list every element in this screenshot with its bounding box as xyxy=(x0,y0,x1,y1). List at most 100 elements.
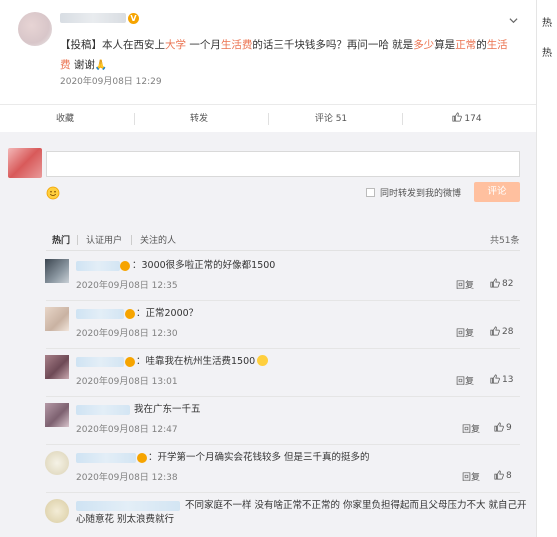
emoji-badge-icon xyxy=(125,357,135,367)
comment-like-count: 8 xyxy=(506,471,512,481)
comment-text-continued: 心随意花 别太浪费就行 xyxy=(76,514,175,525)
comment-text-body: ：哇靠我在杭州生活费1500 xyxy=(136,356,256,367)
commenter-name-blurred[interactable] xyxy=(76,405,130,415)
keyword-highlight[interactable]: 正常 xyxy=(455,39,476,51)
emoji-badge-icon xyxy=(125,309,135,319)
tab-hot[interactable]: 热门 xyxy=(52,233,70,246)
commenter-avatar[interactable] xyxy=(45,403,69,427)
chevron-down-icon[interactable] xyxy=(509,16,518,25)
comment-like-button[interactable]: 28 xyxy=(490,326,513,337)
comment-time: 2020年09月08日 12:47 xyxy=(76,425,178,435)
comment-like-button[interactable]: 9 xyxy=(494,422,512,433)
commenter-avatar[interactable] xyxy=(45,307,69,331)
thumbs-up-icon xyxy=(452,112,463,122)
comment-item: ：开学第一个月确实会花钱较多 但是三千真的挺多的 2020年09月08日 12:… xyxy=(0,445,536,493)
divider xyxy=(268,113,269,125)
commenter-name-blurred[interactable] xyxy=(76,309,124,319)
repost-button[interactable]: 转发 xyxy=(154,105,244,133)
emoji-icon[interactable] xyxy=(46,186,60,200)
thumbs-up-icon xyxy=(490,374,500,384)
tab-following[interactable]: 关注的人 xyxy=(140,233,176,246)
reply-button[interactable]: 回复 xyxy=(462,422,480,435)
divider xyxy=(134,113,135,125)
thumbs-up-icon xyxy=(494,470,504,480)
comment-like-button[interactable]: 13 xyxy=(490,374,513,385)
thumbs-up-icon xyxy=(494,422,504,432)
post-prefix: 【投稿】 xyxy=(60,39,102,51)
keyword-highlight[interactable]: 大学 xyxy=(165,39,186,51)
commenter-avatar[interactable] xyxy=(45,355,69,379)
emoji-icon xyxy=(257,355,269,366)
comment-like-count: 9 xyxy=(506,423,512,433)
comment-input[interactable] xyxy=(46,151,520,177)
commenter-avatar[interactable] xyxy=(45,451,69,475)
divider xyxy=(402,113,403,125)
reply-button[interactable]: 回复 xyxy=(456,278,474,291)
comment-time: 2020年09月08日 12:38 xyxy=(76,473,178,483)
commenter-name-blurred[interactable] xyxy=(76,357,124,367)
submit-comment-button[interactable]: 评论 xyxy=(474,182,520,202)
like-count: 174 xyxy=(464,114,482,124)
weibo-post: V 【投稿】本人在西安上大学 一个月生活费的话三千块钱多吗？再问一哈 就是多少算… xyxy=(0,0,536,104)
hug-emoji-icon: 🙏 xyxy=(94,60,108,71)
thumbs-up-icon xyxy=(490,326,500,336)
divider xyxy=(46,250,520,251)
comment-like-button[interactable]: 8 xyxy=(494,470,512,481)
commenter-avatar[interactable] xyxy=(45,499,69,523)
sync-repost-label: 同时转发到我的微博 xyxy=(380,189,462,199)
comment-text: ：正常2000？ xyxy=(136,308,199,319)
comment-total: 共51条 xyxy=(490,236,520,246)
post-timestamp[interactable]: 2020年09月08日 12:29 xyxy=(60,74,162,87)
post-text-segment: 的 xyxy=(476,39,487,51)
post-text-segment: 谢谢 xyxy=(70,59,95,71)
like-button[interactable]: 174 xyxy=(422,105,512,133)
thumbs-up-icon xyxy=(490,278,500,288)
post-content: 【投稿】本人在西安上大学 一个月生活费的话三千块钱多吗？再问一哈 就是多少算是正… xyxy=(60,35,512,76)
commenter-name-blurred[interactable] xyxy=(76,453,136,463)
sidebar-heading[interactable]: 热 xyxy=(542,44,552,59)
post-text-segment: 算是 xyxy=(434,39,456,51)
emoji-badge-icon xyxy=(137,453,147,463)
post-action-bar: 收藏 转发 评论 51 174 xyxy=(0,104,536,132)
keyword-highlight[interactable]: 生活费 xyxy=(221,39,253,51)
comment-like-count: 13 xyxy=(502,375,514,385)
commenter-name-blurred[interactable] xyxy=(76,261,120,271)
emoji-badge-icon xyxy=(120,261,130,271)
commenter-avatar[interactable] xyxy=(45,259,69,283)
my-avatar xyxy=(8,148,42,178)
comment-item: 不同家庭不一样 没有啥正常不正常的 你家里负担得起而且父母压力不大 就自己开 心… xyxy=(0,493,536,537)
comment-like-count: 82 xyxy=(502,279,514,289)
post-text-segment: 一个月 xyxy=(186,39,221,51)
commenter-name-blurred[interactable] xyxy=(76,501,180,511)
comment-text: ：3000很多啦正常的好像都1500 xyxy=(132,260,276,271)
comment-item: 我在广东一千五 2020年09月08日 12:47 回复 9 xyxy=(0,397,536,445)
comment-item: ：哇靠我在杭州生活费1500 2020年09月08日 13:01 回复 13 xyxy=(0,349,536,397)
comment-text: ：开学第一个月确实会花钱较多 但是三千真的挺多的 xyxy=(148,452,370,463)
reply-button[interactable]: 回复 xyxy=(456,374,474,387)
comment-item: ：正常2000？ 2020年09月08日 12:30 回复 28 xyxy=(0,301,536,349)
comment-item: ：3000很多啦正常的好像都1500 2020年09月08日 12:35 回复 … xyxy=(0,253,536,301)
comment-time: 2020年09月08日 12:35 xyxy=(76,281,178,291)
comment-time: 2020年09月08日 13:01 xyxy=(76,377,178,387)
keyword-highlight[interactable]: 多少 xyxy=(413,39,434,51)
sidebar-heading[interactable]: 热 xyxy=(542,14,552,29)
tab-verified[interactable]: 认证用户 xyxy=(86,233,122,246)
divider xyxy=(131,235,132,245)
sync-repost-checkbox[interactable] xyxy=(366,188,375,197)
comment-text: 我在广东一千五 xyxy=(134,404,201,415)
comment-like-count: 28 xyxy=(502,327,514,337)
comment-text: 不同家庭不一样 没有啥正常不正常的 你家里负担得起而且父母压力不大 就自己开 xyxy=(185,500,527,511)
comment-like-button[interactable]: 82 xyxy=(490,278,513,289)
comment-text: ：哇靠我在杭州生活费1500 xyxy=(136,355,269,369)
right-sidebar-edge: 热 热 xyxy=(536,0,557,537)
comments-panel: 同时转发到我的微博 评论 热门 认证用户 关注的人 共51条 ：3000很多啦正… xyxy=(0,132,536,537)
author-name-blurred[interactable] xyxy=(60,13,126,23)
comment-button[interactable]: 评论 51 xyxy=(286,105,376,133)
author-avatar[interactable] xyxy=(18,12,52,46)
verified-badge-icon: V xyxy=(128,13,139,24)
reply-button[interactable]: 回复 xyxy=(456,326,474,339)
post-text-segment: 本人在西安上 xyxy=(102,39,165,51)
post-text-segment: 的话三千块钱多吗？再问一哈 就是 xyxy=(252,39,414,51)
reply-button[interactable]: 回复 xyxy=(462,470,480,483)
favorite-button[interactable]: 收藏 xyxy=(20,105,110,133)
